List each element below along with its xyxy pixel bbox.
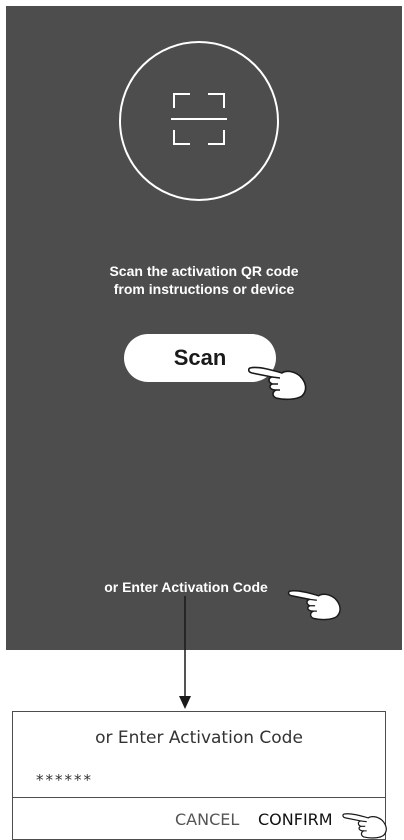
down-arrow-icon — [179, 596, 191, 709]
phone-screen: Scan the activation QR code from instruc… — [6, 6, 402, 650]
pointing-hand-icon — [287, 590, 341, 621]
dialog-divider — [13, 797, 385, 798]
instruction-line-2: from instructions or device — [113, 281, 295, 297]
activation-code-dialog: or Enter Activation Code CANCEL CONFIRM — [12, 711, 386, 840]
confirm-button[interactable]: CONFIRM — [258, 810, 333, 829]
activation-code-input[interactable] — [36, 768, 236, 792]
pointing-hand-icon — [342, 813, 387, 839]
dialog-title: or Enter Activation Code — [95, 728, 303, 748]
pointing-hand-icon — [248, 366, 307, 401]
cancel-button[interactable]: CANCEL — [175, 810, 239, 829]
qr-scan-icon — [171, 93, 227, 145]
instruction-line-1: Scan the activation QR code — [109, 263, 299, 279]
